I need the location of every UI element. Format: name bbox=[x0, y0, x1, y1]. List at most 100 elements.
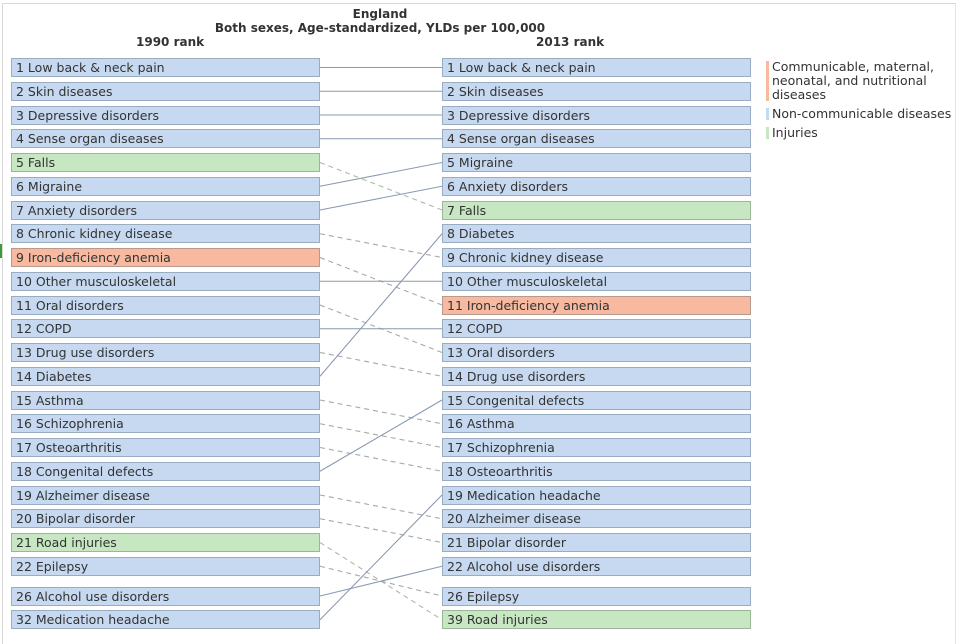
right-rank-box-medication-headache[interactable]: 19 Medication headache bbox=[442, 485, 751, 505]
rank-label: 9 Iron-deficiency anemia bbox=[16, 250, 171, 265]
left-edge-marker bbox=[0, 244, 2, 258]
rank-label: 20 Bipolar disorder bbox=[16, 511, 136, 527]
rank-label: 9 Chronic kidney disease bbox=[447, 250, 604, 265]
rank-label: 39 Road injuries bbox=[447, 612, 548, 628]
rank-label: 3 Depressive disorders bbox=[447, 107, 591, 123]
rank-label: 8 Chronic kidney disease bbox=[16, 226, 173, 242]
legend-swatch-injuries bbox=[766, 127, 769, 139]
rank-label: 12 COPD bbox=[16, 321, 72, 337]
left-rank-box-depressive-disorders[interactable]: 3 Depressive disorders bbox=[11, 105, 320, 125]
right-rank-box-falls[interactable]: 7 Falls bbox=[442, 200, 751, 220]
right-rank-box-migraine[interactable]: 5 Migraine bbox=[442, 153, 751, 172]
rank-label: 6 Anxiety disorders bbox=[447, 178, 568, 194]
right-rank-box-alzheimer-disease[interactable]: 20 Alzheimer disease bbox=[442, 509, 751, 529]
rank-label: 5 Migraine bbox=[447, 155, 514, 170]
legend-label: Non-communicable diseases bbox=[772, 106, 952, 121]
right-rank-box-anxiety-disorders[interactable]: 6 Anxiety disorders bbox=[442, 176, 751, 196]
left-rank-box-sense-organ-diseases[interactable]: 4 Sense organ diseases bbox=[11, 129, 320, 149]
right-rank-box-congenital-defects[interactable]: 15 Congenital defects bbox=[442, 390, 751, 410]
right-rank-box-chronic-kidney-disease[interactable]: 9 Chronic kidney disease bbox=[442, 248, 751, 267]
rank-label: 20 Alzheimer disease bbox=[447, 511, 582, 527]
legend-item-injuries[interactable]: Injuries bbox=[766, 126, 960, 140]
right-rank-box-depressive-disorders[interactable]: 3 Depressive disorders bbox=[442, 105, 751, 125]
rank-label: 14 Drug use disorders bbox=[447, 368, 586, 384]
left-rank-box-low-back-neck-pain[interactable]: 1 Low back & neck pain bbox=[11, 58, 320, 77]
right-rank-box-iron-deficiency-anemia[interactable]: 11 Iron-deficiency anemia bbox=[442, 295, 751, 315]
left-rank-box-other-musculoskeletal[interactable]: 10 Other musculoskeletal bbox=[11, 271, 320, 291]
rank-label: 10 Other musculoskeletal bbox=[16, 273, 177, 289]
right-rank-box-schizophrenia[interactable]: 17 Schizophrenia bbox=[442, 438, 751, 457]
chart-title: England bbox=[352, 7, 408, 21]
left-rank-box-medication-headache[interactable]: 32 Medication headache bbox=[11, 610, 320, 630]
right-rank-box-skin-diseases[interactable]: 2 Skin diseases bbox=[442, 81, 751, 101]
rank-label: 22 Epilepsy bbox=[16, 558, 89, 574]
legend-swatch-communicable bbox=[766, 61, 769, 101]
left-column-header: 1990 rank bbox=[136, 35, 205, 49]
right-rank-box-osteoarthritis[interactable]: 18 Osteoarthritis bbox=[442, 461, 751, 481]
rank-label: 21 Road injuries bbox=[16, 535, 117, 550]
right-rank-box-road-injuries[interactable]: 39 Road injuries bbox=[442, 610, 751, 630]
legend: Communicable, maternal, neonatal, and nu… bbox=[766, 60, 960, 145]
left-rank-box-drug-use-disorders[interactable]: 13 Drug use disorders bbox=[11, 343, 320, 362]
right-rank-box-copd[interactable]: 12 COPD bbox=[442, 319, 751, 339]
rank-label: 8 Diabetes bbox=[447, 226, 515, 242]
left-rank-box-alcohol-use-disorders[interactable]: 26 Alcohol use disorders bbox=[11, 586, 320, 606]
rank-label: 16 Asthma bbox=[447, 416, 515, 432]
right-rank-box-drug-use-disorders[interactable]: 14 Drug use disorders bbox=[442, 366, 751, 386]
rank-label: 15 Asthma bbox=[16, 392, 84, 408]
right-rank-box-bipolar-disorder[interactable]: 21 Bipolar disorder bbox=[442, 533, 751, 552]
rank-label: 17 Schizophrenia bbox=[447, 440, 555, 455]
rank-label: 3 Depressive disorders bbox=[16, 107, 160, 123]
right-rank-box-epilepsy[interactable]: 26 Epilepsy bbox=[442, 586, 751, 606]
left-rank-box-asthma[interactable]: 15 Asthma bbox=[11, 390, 320, 410]
rank-label: 17 Osteoarthritis bbox=[16, 440, 122, 455]
rank-label: 18 Osteoarthritis bbox=[447, 463, 553, 479]
left-rank-box-migraine[interactable]: 6 Migraine bbox=[11, 176, 320, 196]
left-rank-box-road-injuries[interactable]: 21 Road injuries bbox=[11, 533, 320, 552]
rank-label: 4 Sense organ diseases bbox=[16, 131, 164, 147]
rank-label: 19 Alzheimer disease bbox=[16, 487, 151, 503]
left-rank-box-congenital-defects[interactable]: 18 Congenital defects bbox=[11, 461, 320, 481]
rank-label: 1 Low back & neck pain bbox=[16, 60, 165, 75]
left-rank-box-anxiety-disorders[interactable]: 7 Anxiety disorders bbox=[11, 200, 320, 220]
rank-label: 22 Alcohol use disorders bbox=[447, 558, 601, 574]
right-rank-box-low-back-neck-pain[interactable]: 1 Low back & neck pain bbox=[442, 58, 751, 77]
left-rank-box-chronic-kidney-disease[interactable]: 8 Chronic kidney disease bbox=[11, 224, 320, 244]
rank-label: 5 Falls bbox=[16, 155, 56, 170]
right-rank-box-asthma[interactable]: 16 Asthma bbox=[442, 414, 751, 434]
left-rank-box-skin-diseases[interactable]: 2 Skin diseases bbox=[11, 81, 320, 101]
rank-label: 18 Congenital defects bbox=[16, 463, 154, 479]
left-rank-box-alzheimer-disease[interactable]: 19 Alzheimer disease bbox=[11, 485, 320, 505]
right-rank-box-other-musculoskeletal[interactable]: 10 Other musculoskeletal bbox=[442, 271, 751, 291]
left-rank-box-osteoarthritis[interactable]: 17 Osteoarthritis bbox=[11, 438, 320, 457]
right-rank-box-sense-organ-diseases[interactable]: 4 Sense organ diseases bbox=[442, 129, 751, 149]
rank-label: 26 Epilepsy bbox=[447, 588, 520, 604]
right-rank-box-alcohol-use-disorders[interactable]: 22 Alcohol use disorders bbox=[442, 556, 751, 576]
rank-label: 26 Alcohol use disorders bbox=[16, 588, 170, 604]
right-rank-box-diabetes[interactable]: 8 Diabetes bbox=[442, 224, 751, 244]
rank-label: 2 Skin diseases bbox=[447, 83, 544, 99]
rank-label: 1 Low back & neck pain bbox=[447, 60, 596, 75]
left-rank-box-iron-deficiency-anemia[interactable]: 9 Iron-deficiency anemia bbox=[11, 248, 320, 267]
legend-item-non-communicable[interactable]: Non-communicable diseases bbox=[766, 107, 960, 121]
left-rank-box-bipolar-disorder[interactable]: 20 Bipolar disorder bbox=[11, 509, 320, 529]
right-rank-box-oral-disorders[interactable]: 13 Oral disorders bbox=[442, 343, 751, 362]
rank-label: 19 Medication headache bbox=[447, 487, 601, 503]
rank-label: 16 Schizophrenia bbox=[16, 416, 124, 432]
legend-label: Communicable, maternal, neonatal, and nu… bbox=[772, 59, 934, 102]
left-rank-box-schizophrenia[interactable]: 16 Schizophrenia bbox=[11, 414, 320, 434]
left-rank-box-diabetes[interactable]: 14 Diabetes bbox=[11, 366, 320, 386]
rank-label: 32 Medication headache bbox=[16, 612, 170, 628]
rank-label: 4 Sense organ diseases bbox=[447, 131, 595, 147]
left-rank-box-epilepsy[interactable]: 22 Epilepsy bbox=[11, 556, 320, 576]
rank-label: 2 Skin diseases bbox=[16, 83, 113, 99]
left-rank-box-copd[interactable]: 12 COPD bbox=[11, 319, 320, 339]
legend-swatch-non-communicable bbox=[766, 108, 769, 120]
legend-item-communicable[interactable]: Communicable, maternal, neonatal, and nu… bbox=[766, 60, 960, 102]
rank-label: 11 Oral disorders bbox=[16, 297, 124, 313]
left-rank-box-oral-disorders[interactable]: 11 Oral disorders bbox=[11, 295, 320, 315]
rank-label: 13 Drug use disorders bbox=[16, 345, 155, 360]
left-rank-box-falls[interactable]: 5 Falls bbox=[11, 153, 320, 172]
rank-label: 6 Migraine bbox=[16, 178, 83, 194]
chart-subtitle: Both sexes, Age-standardized, YLDs per 1… bbox=[214, 21, 546, 35]
